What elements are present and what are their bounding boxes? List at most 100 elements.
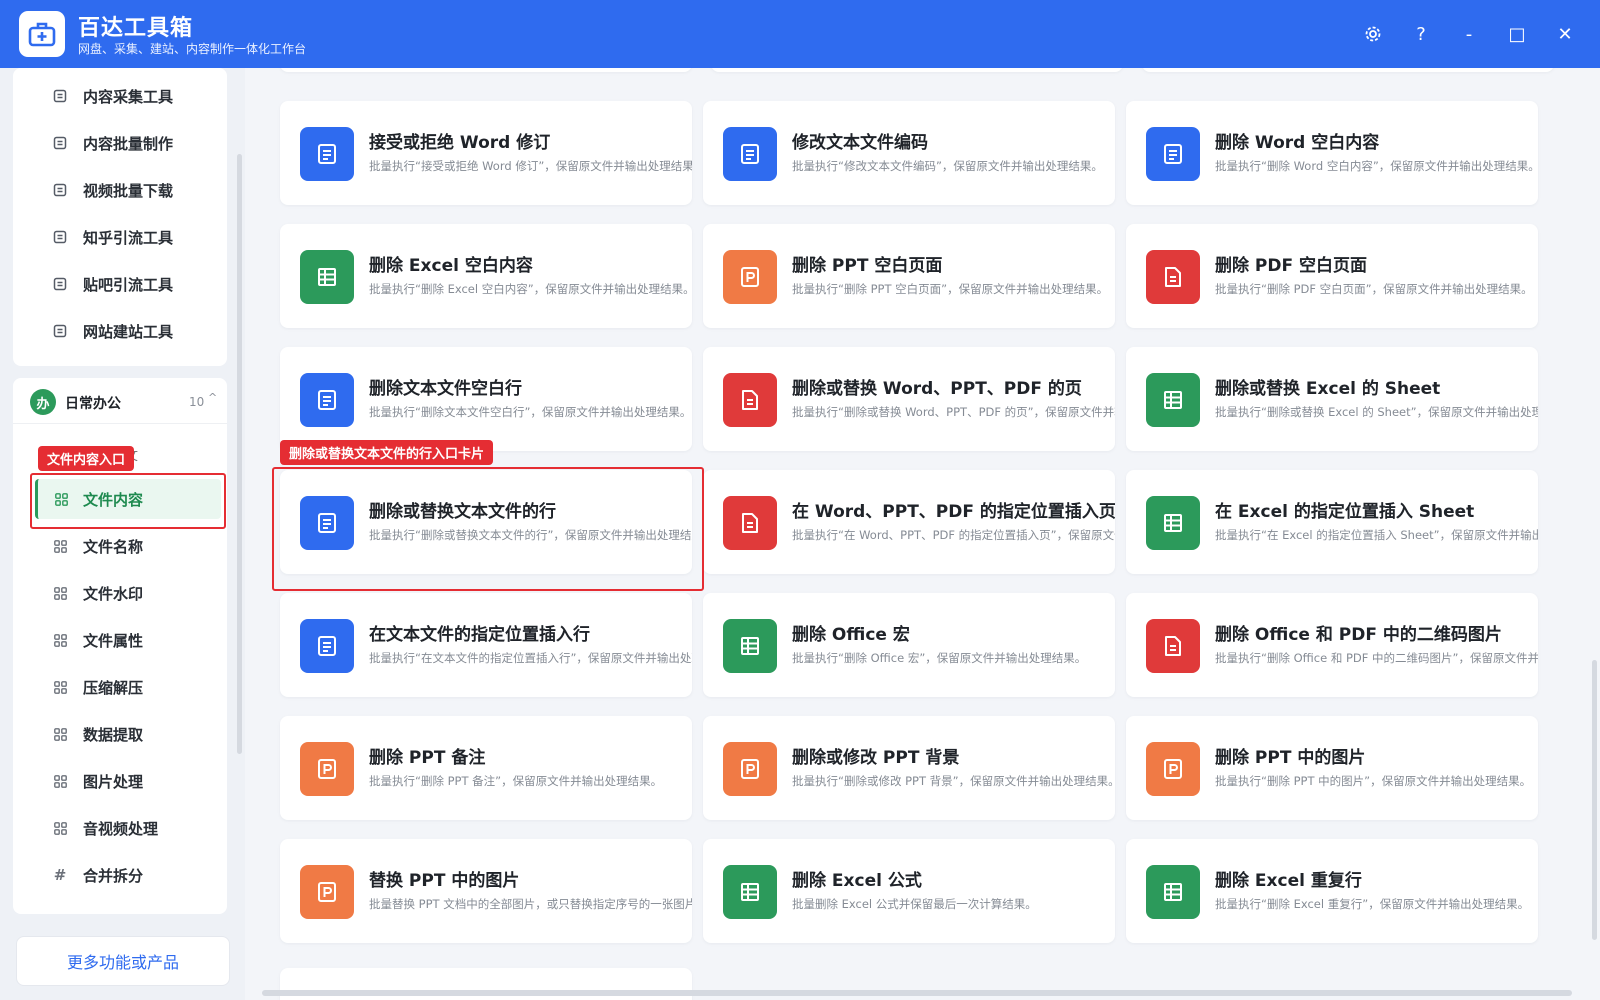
tool-card[interactable]: 删除 PDF 空白页面 批量执行“删除 PDF 空白页面”，保留原文件并输出处理结… xyxy=(1126,224,1538,328)
grid-icon xyxy=(53,680,67,694)
sidebar-item-office[interactable]: 图片处理 xyxy=(13,761,227,801)
doc-icon xyxy=(300,496,354,550)
tool-card[interactable]: 删除 PPT 空白页面 批量执行“删除 PPT 空白页面”，保留原文件并输出处理结… xyxy=(703,224,1115,328)
sidebar-item-label: 网站建站工具 xyxy=(83,323,174,341)
tool-card[interactable]: 删除 Excel 空白内容 批量执行“删除 Excel 空白内容”，保留原文件并输… xyxy=(280,224,692,328)
tool-card-title: 删除 PPT 中的图片 xyxy=(1215,748,1366,768)
tool-card[interactable]: 删除或替换文本文件的行批量执行“删除或替换文本文件的行”，保留原文件并输出处理结… xyxy=(280,470,692,574)
grid-icon xyxy=(53,586,67,600)
annotation-tag-file-content: 文件内容入口 xyxy=(38,446,135,471)
tool-card[interactable]: 删除 Excel 公式 批量删除 Excel 公式并保留最后一次计算结果。 xyxy=(703,839,1115,943)
tool-card-description: 批量执行“删除 PPT 空白页面”，保留原文件并输出处理结果。 xyxy=(792,282,1109,296)
sidebar-item-label: 知乎引流工具 xyxy=(83,229,174,247)
group-header[interactable]: 办 日常办公 10 ^ xyxy=(13,378,227,424)
main-horizontal-scrollbar[interactable] xyxy=(262,990,1572,996)
sidebar-item-tool[interactable]: 网站建站工具 xyxy=(13,311,227,351)
tool-card-partial xyxy=(711,68,1123,72)
help-icon[interactable]: ? xyxy=(1405,18,1437,50)
doc-icon xyxy=(300,619,354,673)
pen-icon xyxy=(53,136,67,150)
group-badge: 办 xyxy=(30,389,56,415)
grid-icon xyxy=(54,492,68,506)
tool-card[interactable]: 删除或修改 PPT 背景 批量执行“删除或修改 PPT 背景”，保留原文件并输出处… xyxy=(703,716,1115,820)
tool-card-description: 批量执行“删除或替换 Excel 的 Sheet”，保留原文件并输出处理结果。 xyxy=(1215,405,1538,419)
ppt-icon xyxy=(1146,742,1200,796)
video-icon xyxy=(53,183,67,197)
tool-card[interactable]: 在 Excel 的指定位置插入 Sheet 批量执行“在 Excel 的指定位置插… xyxy=(1126,470,1538,574)
doc-icon xyxy=(300,373,354,427)
sidebar-item-label: 数据提取 xyxy=(83,726,144,744)
sidebar-item-label: 内容采集工具 xyxy=(83,88,174,106)
ppt-icon xyxy=(300,865,354,919)
tool-card[interactable]: 在文本文件的指定位置插入行批量执行“在文本文件的指定位置插入行”，保留原文件并输… xyxy=(280,593,692,697)
sidebar-item-office[interactable]: 文件属性 xyxy=(13,620,227,660)
sidebar-item-tool[interactable]: 贴吧引流工具 xyxy=(13,264,227,304)
grid-icon xyxy=(53,539,67,553)
pdf-icon xyxy=(723,373,777,427)
grid-icon xyxy=(53,633,67,647)
tool-card-title: 删除或修改 PPT 背景 xyxy=(792,748,960,768)
tool-card[interactable]: 在 Word、PPT、PDF 的指定位置插入页 批量执行“在 Word、PPT、P… xyxy=(703,470,1115,574)
sidebar-scrollbar[interactable] xyxy=(237,154,242,754)
sidebar-item-office[interactable]: 文件名称 xyxy=(13,526,227,566)
close-button[interactable]: ✕ xyxy=(1549,18,1581,50)
collapse-caret-icon[interactable]: ^ xyxy=(208,391,217,404)
tool-card-description: 批量执行“删除文本文件空白行”，保留原文件并输出处理结果。 xyxy=(369,405,692,419)
sidebar-item-office[interactable]: # 合并拆分 xyxy=(13,855,227,895)
sidebar-item-office[interactable]: 文件水印 xyxy=(13,573,227,613)
tool-card[interactable]: 删除 PPT 备注 批量执行“删除 PPT 备注”，保留原文件并输出处理结果。 xyxy=(280,716,692,820)
tool-card[interactable]: 删除文本文件空白行批量执行“删除文本文件空白行”，保留原文件并输出处理结果。 xyxy=(280,347,692,451)
tool-card-title: 替换 PPT 中的图片 xyxy=(369,871,520,891)
tool-card-description: 批量执行“在文本文件的指定位置插入行”，保留原文件并输出处理结果。 xyxy=(369,651,692,665)
tool-card-description: 批量执行“删除或替换文本文件的行”，保留原文件并输出处理结果。 xyxy=(369,528,692,542)
tool-card[interactable]: 删除 PPT 中的图片批量执行“删除 PPT 中的图片”，保留原文件并输出处理结… xyxy=(1126,716,1538,820)
sidebar-item-tool[interactable]: 内容采集工具 xyxy=(13,76,227,116)
sheet-icon xyxy=(300,250,354,304)
sheet-icon xyxy=(723,865,777,919)
zhihu-icon xyxy=(53,230,67,244)
sidebar-item-office[interactable]: 数据提取 xyxy=(13,714,227,754)
hash-icon: # xyxy=(53,866,67,884)
more-products-button[interactable]: 更多功能或产品 xyxy=(16,936,230,986)
tool-card[interactable]: 删除 Word 空白内容 批量执行“删除 Word 空白内容”，保留原文件并输出处… xyxy=(1126,101,1538,205)
settings-gear-icon[interactable] xyxy=(1357,18,1389,50)
tool-card-title: 在文本文件的指定位置插入行 xyxy=(369,625,590,645)
sheet-icon xyxy=(1146,373,1200,427)
tool-card[interactable]: 删除 Excel 重复行 批量执行“删除 Excel 重复行”，保留原文件并输出处… xyxy=(1126,839,1538,943)
tool-card-description: 批量执行“删除 PPT 中的图片”，保留原文件并输出处理结果。 xyxy=(1215,774,1532,788)
tool-card[interactable]: 删除或替换 Excel 的 Sheet 批量执行“删除或替换 Excel 的 Sh… xyxy=(1126,347,1538,451)
sidebar-item-label: 文件名称 xyxy=(83,538,144,556)
tool-card[interactable]: 删除或替换 Word、PPT、PDF 的页 批量执行“删除或替换 Word、PPT… xyxy=(703,347,1115,451)
sidebar-item-office[interactable]: 音视频处理 xyxy=(13,808,227,848)
app-subtitle: 网盘、采集、建站、内容制作一体化工作台 xyxy=(78,42,307,56)
tool-card-title: 删除 Excel 重复行 xyxy=(1215,871,1362,891)
sidebar-item-tool[interactable]: 知乎引流工具 xyxy=(13,217,227,257)
tool-card[interactable]: 替换 PPT 中的图片 批量替换 PPT 文档中的全部图片，或只替换指定序号的一张… xyxy=(280,839,692,943)
main-vertical-scrollbar[interactable] xyxy=(1592,660,1597,940)
sidebar-tools-card: 内容采集工具内容批量制作 视频批量下载知乎引流工具贴吧引流工具网站建站工具 xyxy=(13,68,227,366)
ppt-icon xyxy=(723,742,777,796)
tool-card-title: 删除或替换 Excel 的 Sheet xyxy=(1215,379,1441,399)
tool-card-description: 批量执行“修改文本文件编码”，保留原文件并输出处理结果。 xyxy=(792,159,1103,173)
grid-icon xyxy=(53,727,67,741)
maximize-button[interactable]: □ xyxy=(1501,18,1533,50)
group-count: 10 xyxy=(189,395,205,409)
tool-card-title: 删除或替换文本文件的行 xyxy=(369,502,556,522)
tool-card-title: 接受或拒绝 Word 修订 xyxy=(369,133,551,153)
sidebar-item-office[interactable]: 压缩解压 xyxy=(13,667,227,707)
sidebar-item-tool[interactable]: 视频批量下载 xyxy=(13,170,227,210)
tool-card[interactable]: 删除 Office 宏批量执行“删除 Office 宏”，保留原文件并输出处理结… xyxy=(703,593,1115,697)
globe-icon xyxy=(53,324,67,338)
pdf-icon xyxy=(723,496,777,550)
minimize-button[interactable]: - xyxy=(1453,18,1485,50)
tool-card-partial xyxy=(1142,68,1554,72)
tool-card-title: 删除文本文件空白行 xyxy=(369,379,522,399)
tool-card[interactable]: 删除 Office 和 PDF 中的二维码图片 批量执行“删除 Office 和 … xyxy=(1126,593,1538,697)
tool-card[interactable]: 接受或拒绝 Word 修订 批量执行“接受或拒绝 Word 修订”，保留原文件并输… xyxy=(280,101,692,205)
tool-card-description: 批量执行“删除 Excel 空白内容”，保留原文件并输出处理结果。 xyxy=(369,282,692,296)
sidebar-item-tool[interactable]: 内容批量制作 xyxy=(13,123,227,163)
tool-card[interactable]: 修改文本文件编码 批量执行“修改文本文件编码”，保留原文件并输出处理结果。 xyxy=(703,101,1115,205)
tool-card-title: 删除 Office 宏 xyxy=(792,625,910,645)
sidebar-item-file-content[interactable]: 文件内容 xyxy=(35,479,221,519)
sidebar-item-label: 合并拆分 xyxy=(83,867,144,885)
